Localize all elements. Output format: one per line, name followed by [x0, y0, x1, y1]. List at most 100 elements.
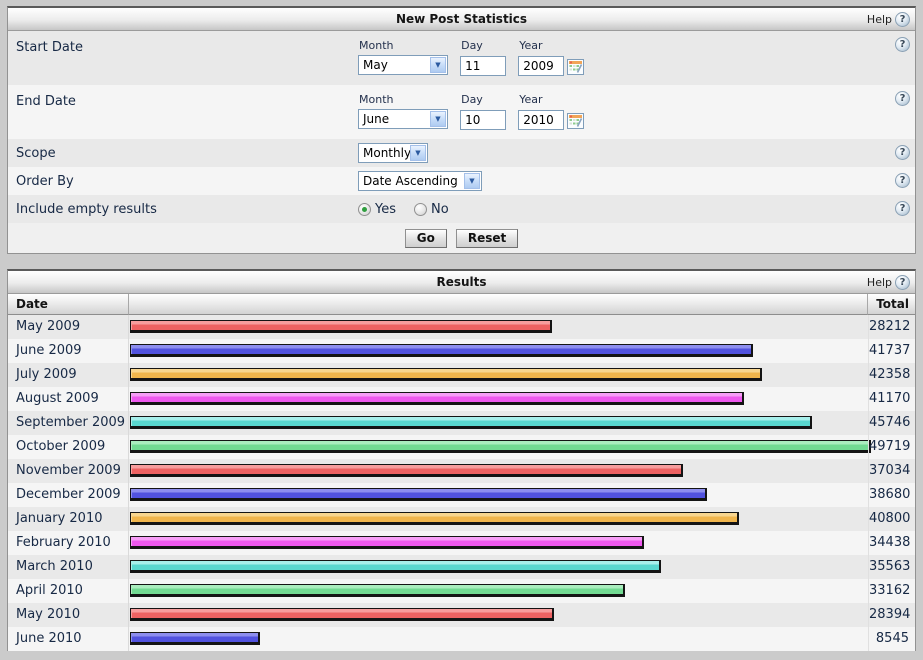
- radio-yes-label: Yes: [375, 202, 396, 217]
- result-bar-cell: [129, 603, 868, 627]
- table-row: March 2010 35563: [8, 555, 915, 579]
- results-help-link[interactable]: Help ?: [867, 271, 910, 293]
- end-day-input[interactable]: [460, 110, 506, 130]
- radio-yes[interactable]: [358, 203, 371, 216]
- scope-label: Scope: [8, 146, 358, 161]
- result-total: 40800: [868, 507, 915, 531]
- result-total: 42358: [868, 363, 915, 387]
- end-month-group: Month June ▼: [358, 85, 448, 129]
- start-date-label: Start Date: [8, 31, 358, 85]
- end-year-label: Year: [518, 85, 584, 109]
- result-bar-cell: [129, 315, 868, 339]
- result-bar: [130, 632, 260, 645]
- end-date-help-icon[interactable]: ?: [895, 91, 910, 106]
- result-date: May 2009: [8, 315, 129, 339]
- include-empty-options: Yes No: [358, 202, 449, 217]
- result-total: 49719: [868, 435, 915, 459]
- table-row: June 2009 41737: [8, 339, 915, 363]
- result-total: 33162: [868, 579, 915, 603]
- end-year-group: Year: [518, 85, 584, 130]
- go-button[interactable]: Go: [405, 229, 447, 248]
- result-bar-cell: [129, 627, 868, 651]
- start-day-input[interactable]: [460, 56, 506, 76]
- radio-no-label: No: [431, 202, 449, 217]
- help-label: Help: [867, 276, 892, 289]
- order-by-value: Date Ascending: [363, 174, 458, 188]
- result-total: 45746: [868, 411, 915, 435]
- start-month-select[interactable]: May ▼: [358, 55, 448, 75]
- result-total: 28394: [868, 603, 915, 627]
- table-row: May 2010 28394: [8, 603, 915, 627]
- table-row: April 2010 33162: [8, 579, 915, 603]
- table-row: January 2010 40800: [8, 507, 915, 531]
- table-row: June 2010 8545: [8, 627, 915, 651]
- column-header-total[interactable]: Total: [868, 294, 915, 315]
- form-panel-title: New Post Statistics: [8, 8, 915, 30]
- result-date: August 2009: [8, 387, 129, 411]
- result-date: February 2010: [8, 531, 129, 555]
- end-day-group: Day: [460, 85, 506, 130]
- result-bar: [130, 464, 683, 477]
- scope-row: Scope Monthly ▼ ?: [8, 139, 915, 167]
- result-date: April 2010: [8, 579, 129, 603]
- result-date: July 2009: [8, 363, 129, 387]
- scope-help-icon[interactable]: ?: [895, 145, 910, 160]
- include-empty-help-icon[interactable]: ?: [895, 201, 910, 216]
- help-label: Help: [867, 13, 892, 26]
- calendar-icon[interactable]: [567, 59, 584, 75]
- order-by-select[interactable]: Date Ascending ▼: [358, 171, 482, 191]
- help-icon[interactable]: ?: [895, 275, 910, 290]
- calendar-icon[interactable]: [567, 113, 584, 129]
- table-row: July 2009 42358: [8, 363, 915, 387]
- order-by-label: Order By: [8, 174, 358, 189]
- form-panel-header: New Post Statistics Help ?: [8, 8, 915, 31]
- order-by-help-icon[interactable]: ?: [895, 173, 910, 188]
- column-header-date[interactable]: Date: [8, 294, 129, 315]
- end-year-input[interactable]: [518, 110, 564, 130]
- result-date: November 2009: [8, 459, 129, 483]
- result-date: June 2010: [8, 627, 129, 651]
- start-date-row: Start Date Month May ▼ Day Year ?: [8, 31, 915, 85]
- end-date-fields: Month June ▼ Day Year: [358, 85, 591, 139]
- result-date: September 2009: [8, 411, 129, 435]
- result-date: June 2009: [8, 339, 129, 363]
- result-date: May 2010: [8, 603, 129, 627]
- new-post-statistics-panel: New Post Statistics Help ? Start Date Mo…: [7, 6, 916, 254]
- result-bar-cell: [129, 459, 868, 483]
- result-date: January 2010: [8, 507, 129, 531]
- table-row: November 2009 37034: [8, 459, 915, 483]
- result-bar: [130, 608, 554, 621]
- result-bar: [130, 488, 707, 501]
- form-help-link[interactable]: Help ?: [867, 8, 910, 30]
- form-buttons-row: Go Reset: [8, 223, 915, 253]
- result-bar: [130, 320, 552, 333]
- result-bar-cell: [129, 555, 868, 579]
- result-bar: [130, 512, 739, 525]
- results-panel-header: Results Help ?: [8, 271, 915, 294]
- result-date: October 2009: [8, 435, 129, 459]
- start-year-group: Year: [518, 31, 584, 76]
- chevron-down-icon: ▼: [410, 145, 426, 161]
- scope-select[interactable]: Monthly ▼: [358, 143, 428, 163]
- help-icon[interactable]: ?: [895, 12, 910, 27]
- results-panel-title: Results: [8, 271, 915, 293]
- radio-no[interactable]: [414, 203, 427, 216]
- end-month-select[interactable]: June ▼: [358, 109, 448, 129]
- result-bar-cell: [129, 531, 868, 555]
- chevron-down-icon: ▼: [464, 173, 480, 189]
- result-total: 28212: [868, 315, 915, 339]
- end-month-label: Month: [358, 85, 448, 109]
- result-bar: [130, 560, 661, 573]
- result-total: 35563: [868, 555, 915, 579]
- start-year-input[interactable]: [518, 56, 564, 76]
- result-bar: [130, 416, 812, 429]
- results-panel: Results Help ? Date Total May 2009 28212…: [7, 269, 916, 651]
- chevron-down-icon: ▼: [430, 57, 446, 73]
- include-empty-label: Include empty results: [8, 202, 358, 217]
- result-bar-cell: [129, 579, 868, 603]
- result-total: 37034: [868, 459, 915, 483]
- start-date-help-icon[interactable]: ?: [895, 37, 910, 52]
- reset-button[interactable]: Reset: [456, 229, 518, 248]
- result-bar-cell: [129, 339, 868, 363]
- result-bar: [130, 584, 625, 597]
